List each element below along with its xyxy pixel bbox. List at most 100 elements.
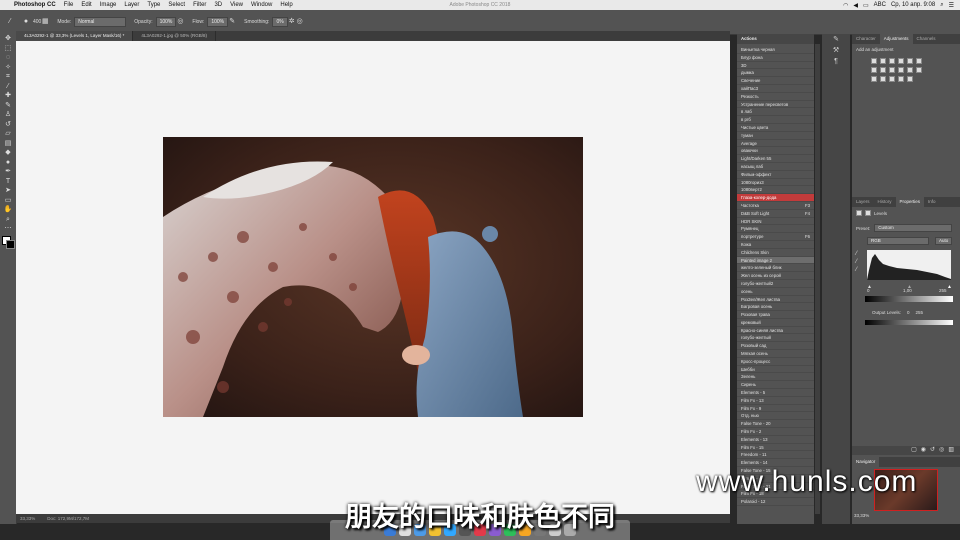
action-item[interactable]: 3D: [737, 62, 814, 70]
action-item[interactable]: Устранение пересветов: [737, 101, 814, 109]
preset-select[interactable]: Custom: [874, 224, 953, 232]
action-item[interactable]: Розовый сад: [737, 342, 814, 351]
action-item[interactable]: HDR SKIN: [737, 218, 814, 226]
clock[interactable]: Ср, 10 апр. 9:08: [891, 2, 935, 8]
tab-adjustments[interactable]: Adjustments: [879, 34, 913, 44]
action-item[interactable]: Румянец: [737, 225, 814, 234]
brightness-adjust-icon[interactable]: [871, 58, 877, 64]
pressure-size-icon[interactable]: ◎: [296, 18, 304, 26]
mask-icon[interactable]: [865, 210, 871, 216]
output-levels-gradient[interactable]: [865, 320, 953, 325]
tab-document-1[interactable]: 4L3A0292-1 @ 33,3% (Levels 1, Layer Mask…: [16, 31, 134, 41]
gradient-fill-adjust-icon[interactable]: [907, 76, 913, 82]
action-item[interactable]: Film Fx - 15: [737, 444, 814, 452]
action-item[interactable]: в лаб: [737, 108, 814, 117]
menu-file[interactable]: File: [64, 2, 74, 8]
notification-icon[interactable]: ☰: [949, 2, 954, 9]
tab-history[interactable]: History: [874, 197, 896, 207]
menu-view[interactable]: View: [230, 2, 243, 8]
mode-select[interactable]: Normal: [74, 17, 127, 27]
smoothing-settings-icon[interactable]: ✲: [288, 18, 296, 26]
gray-point-eyedropper-icon[interactable]: ⁄: [856, 258, 857, 266]
color-balance-adjust-icon[interactable]: [880, 67, 886, 73]
volume-icon[interactable]: ◀: [853, 2, 858, 9]
auto-button[interactable]: Auto: [935, 237, 953, 245]
input-black-value[interactable]: 0: [867, 288, 870, 293]
action-item[interactable]: Отд. нью: [737, 412, 814, 421]
shape-tool-icon[interactable]: ▭: [0, 196, 16, 206]
action-item[interactable]: 1080горизЗ: [737, 179, 814, 187]
input-white-value[interactable]: 255: [939, 288, 947, 293]
action-item[interactable]: Freedom - 11: [737, 451, 814, 460]
action-item[interactable]: Свечение: [737, 77, 814, 85]
history-brush-tool-icon[interactable]: ↺: [0, 120, 16, 130]
black-white-adjust-icon[interactable]: [889, 67, 895, 73]
quick-select-tool-icon[interactable]: ✧: [0, 63, 16, 73]
menu-window[interactable]: Window: [251, 2, 272, 8]
exposure-adjust-icon[interactable]: [898, 58, 904, 64]
action-item[interactable]: туман: [737, 132, 814, 140]
action-item[interactable]: Виньетка черная: [737, 46, 814, 54]
pressure-opacity-icon[interactable]: ◎: [176, 18, 184, 26]
action-item[interactable]: Film Fx - 13: [737, 397, 814, 405]
gradient-tool-icon[interactable]: ▤: [0, 139, 16, 149]
lasso-tool-icon[interactable]: ◌: [0, 53, 16, 63]
healing-tool-icon[interactable]: ✚: [0, 91, 16, 101]
action-item[interactable]: осень: [737, 288, 814, 296]
photo-filter-adjust-icon[interactable]: [898, 67, 904, 73]
action-item[interactable]: Частотка F3: [737, 202, 814, 210]
action-item[interactable]: Резкость: [737, 93, 814, 101]
channel-select[interactable]: RGB: [867, 237, 929, 245]
levels-adjust-icon[interactable]: [880, 58, 886, 64]
input-language[interactable]: ABC: [874, 2, 886, 8]
action-item[interactable]: Childrens Skin: [737, 249, 814, 257]
menu-filter[interactable]: Filter: [193, 2, 206, 8]
menu-layer[interactable]: Layer: [124, 2, 139, 8]
path-select-tool-icon[interactable]: ➤: [0, 186, 16, 196]
more-tools-icon[interactable]: ⋯: [0, 224, 16, 234]
tab-character[interactable]: Character: [852, 34, 880, 44]
reset-icon[interactable]: ↺: [930, 446, 935, 455]
paragraph-icon[interactable]: ¶: [822, 56, 850, 67]
brush-panel-icon[interactable]: ✎: [822, 34, 850, 45]
action-item[interactable]: Кожа: [737, 241, 814, 249]
action-item[interactable]: Красно-синяя листва: [737, 327, 814, 335]
tab-info[interactable]: Info: [924, 197, 940, 207]
action-item[interactable]: Розовая трава: [737, 311, 814, 319]
action-item[interactable]: желто-зеленый блик: [737, 264, 814, 273]
vibrance-adjust-icon[interactable]: [907, 58, 913, 64]
trash-icon[interactable]: ▥: [948, 446, 954, 455]
action-item[interactable]: Average: [737, 140, 814, 148]
action-item[interactable]: оваючки: [737, 147, 814, 156]
type-tool-icon[interactable]: T: [0, 177, 16, 187]
gradient-map-adjust-icon[interactable]: [916, 58, 922, 64]
input-gamma-value[interactable]: 1,00: [903, 288, 912, 293]
menu-select[interactable]: Select: [168, 2, 185, 8]
action-item[interactable]: Elements - 13: [737, 436, 814, 444]
tab-channels[interactable]: Channels: [913, 34, 940, 44]
output-black-value[interactable]: 0: [907, 310, 910, 315]
action-item[interactable]: дымка: [737, 69, 814, 78]
view-previous-icon[interactable]: ◉: [921, 446, 926, 455]
selective-color-adjust-icon[interactable]: [898, 76, 904, 82]
action-item[interactable]: Фильм-эффект: [737, 171, 814, 179]
dodge-tool-icon[interactable]: ●: [0, 158, 16, 168]
action-item[interactable]: Мягкая осень: [737, 350, 814, 358]
action-item[interactable]: голубо-желтый: [737, 334, 814, 343]
battery-icon[interactable]: ▭: [863, 2, 869, 9]
action-item[interactable]: портретуре F6: [737, 233, 814, 241]
tool-presets-icon[interactable]: ⚒: [822, 45, 850, 56]
tab-properties[interactable]: Properties: [895, 197, 925, 207]
action-item[interactable]: кремовый: [737, 319, 814, 327]
action-item[interactable]: Зелень: [737, 373, 814, 382]
action-item[interactable]: False Tone - 20: [737, 420, 814, 429]
brush-settings-icon[interactable]: ▦: [41, 18, 49, 26]
actions-scrollbar[interactable]: [815, 44, 820, 514]
brush-preset-picker[interactable]: ● 400: [22, 18, 41, 26]
action-item[interactable]: Сирень: [737, 381, 814, 390]
eraser-tool-icon[interactable]: ▱: [0, 129, 16, 139]
crop-tool-icon[interactable]: ⌗: [0, 72, 16, 82]
visibility-icon[interactable]: ◎: [939, 446, 944, 455]
black-point-eyedropper-icon[interactable]: ⁄: [856, 250, 857, 258]
action-item[interactable]: D&B Soft Light F4: [737, 210, 814, 218]
